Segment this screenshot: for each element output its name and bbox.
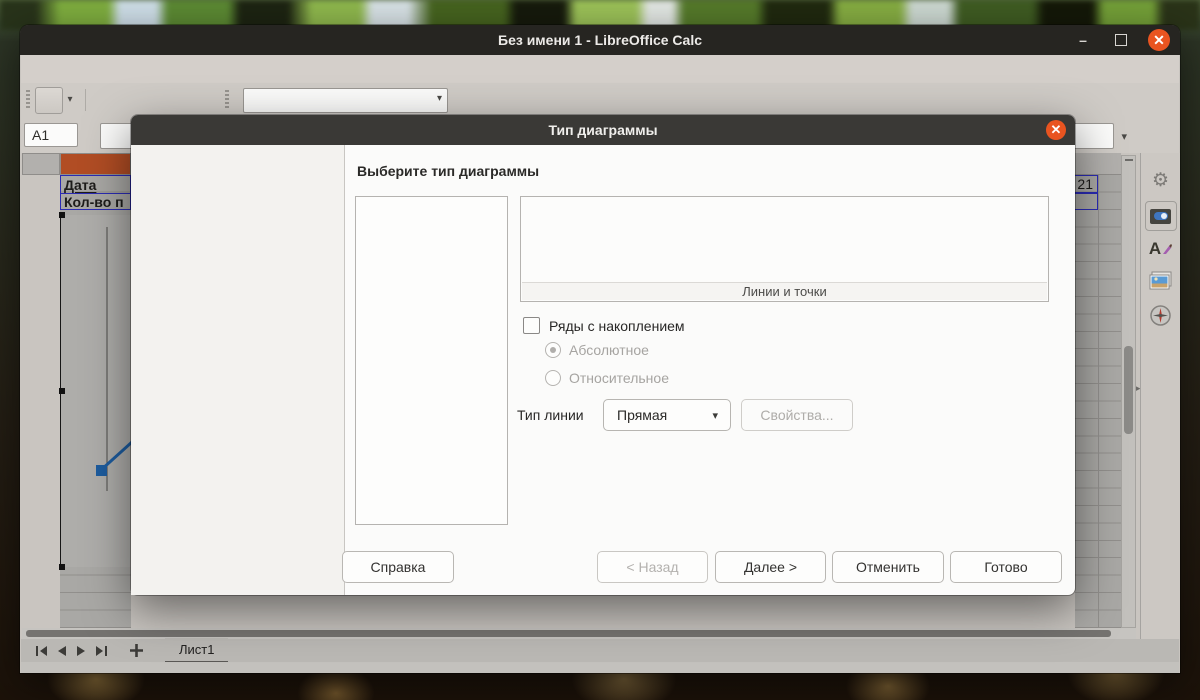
relative-radio[interactable] [545,370,561,386]
dialog-titlebar[interactable]: Тип диаграммы ✕ [131,115,1075,145]
export-dropdown-caret[interactable]: ▾ [63,87,77,112]
cell-a1[interactable]: Дата [60,175,131,193]
sheet-tab[interactable]: Лист1 [165,638,228,663]
toolbar-grip[interactable] [26,90,30,110]
print-button[interactable] [125,87,151,112]
gallery-icon [1149,271,1173,290]
horizontal-scrollbar-thumb[interactable] [26,630,1111,637]
styles-icon: A [1149,239,1161,259]
vertical-scrollbar[interactable] [1121,155,1136,628]
navigator-compass-icon [1150,305,1171,326]
chart-type-list [355,196,508,525]
sheet-tab-bar: Лист1 [21,639,1179,662]
chart-resize-handle[interactable] [59,212,65,218]
status-bar [21,662,1179,673]
dialog-title: Тип диаграммы [548,122,657,138]
stacked-series-checkbox[interactable] [523,317,540,334]
sheet-grid-right[interactable] [1075,175,1121,628]
brush-icon [1161,243,1172,255]
absolute-radio-row: Абсолютное [545,342,649,358]
sidebar-styles-button[interactable]: A [1141,239,1180,259]
maximize-icon [1115,34,1127,46]
formula-bar-expand-icon[interactable]: ▾ [1121,130,1127,143]
data-point-marker [96,465,107,476]
menu-bar [21,55,1179,83]
relative-radio-row: Относительное [545,370,669,386]
toolbar-grip[interactable] [225,90,229,110]
next-button[interactable]: Далее > [715,551,826,583]
chart-subtype-panel: Линии и точки [520,196,1049,302]
stacked-series-checkbox-row: Ряды с накоплением [523,317,685,334]
pdf-export-button[interactable] [93,87,119,112]
export-save-button[interactable] [35,87,63,114]
split-handle[interactable] [1125,159,1133,161]
select-all-corner[interactable] [22,153,60,175]
properties-toggle-icon [1145,201,1177,231]
subtype-caption: Линии и точки [522,282,1047,300]
help-button[interactable]: Справка [342,551,454,583]
sidebar-gallery-button[interactable] [1141,271,1180,290]
properties-button[interactable]: Свойства... [741,399,853,431]
window-close-button[interactable]: ✕ [1148,29,1170,51]
finish-button[interactable]: Готово [950,551,1062,583]
redo-button[interactable] [191,87,217,112]
embedded-chart[interactable] [60,215,132,567]
back-button[interactable]: < Назад [597,551,708,583]
grid-line [1098,175,1099,628]
window-title: Без имени 1 - LibreOffice Calc [498,32,702,48]
dialog-heading: Выберите тип диаграммы [357,163,539,179]
last-sheet-button[interactable] [91,642,111,660]
toolbar: ▾ ▾ [21,83,1179,118]
chart-resize-handle[interactable] [59,564,65,570]
absolute-radio[interactable] [545,342,561,358]
cell-a2[interactable]: Кол-во п [60,193,131,210]
cell-reference-box[interactable]: A1 [24,123,78,147]
maximize-button[interactable] [1110,29,1132,51]
sidebar-tab-strip: ⚙ A [1140,153,1180,639]
next-sheet-button[interactable] [71,642,91,660]
window-titlebar[interactable]: Без имени 1 - LibreOffice Calc [20,25,1180,55]
sidebar-navigator-button[interactable] [1141,305,1180,326]
minimize-button[interactable]: – [1072,29,1094,51]
dialog-close-button[interactable]: ✕ [1046,120,1066,140]
row-headers [22,175,60,628]
column-header-a[interactable] [60,153,131,175]
add-sheet-button[interactable] [125,642,147,660]
gear-icon: ⚙ [1152,169,1169,192]
first-sheet-button[interactable] [31,642,51,660]
toolbar-combobox[interactable]: ▾ [243,88,448,113]
previous-sheet-button[interactable] [51,642,71,660]
line-type-dropdown[interactable]: Прямая▾ [603,399,731,431]
sidebar-settings-button[interactable]: ⚙ [1141,169,1180,192]
chart-resize-handle[interactable] [59,388,65,394]
wizard-steps [131,145,345,595]
line-type-label: Тип линии [517,407,584,423]
cancel-button[interactable]: Отменить [832,551,944,583]
sidebar-properties-button[interactable] [1141,201,1180,231]
undo-button[interactable] [161,87,187,112]
desktop: Без имени 1 - LibreOffice Calc – ✕ ▾ ▾ A… [0,0,1200,700]
vertical-scrollbar-thumb[interactable] [1124,346,1133,434]
column-header-right[interactable] [1075,153,1121,175]
chart-type-dialog: Тип диаграммы ✕ Выберите тип диаграммы Л… [131,115,1075,595]
